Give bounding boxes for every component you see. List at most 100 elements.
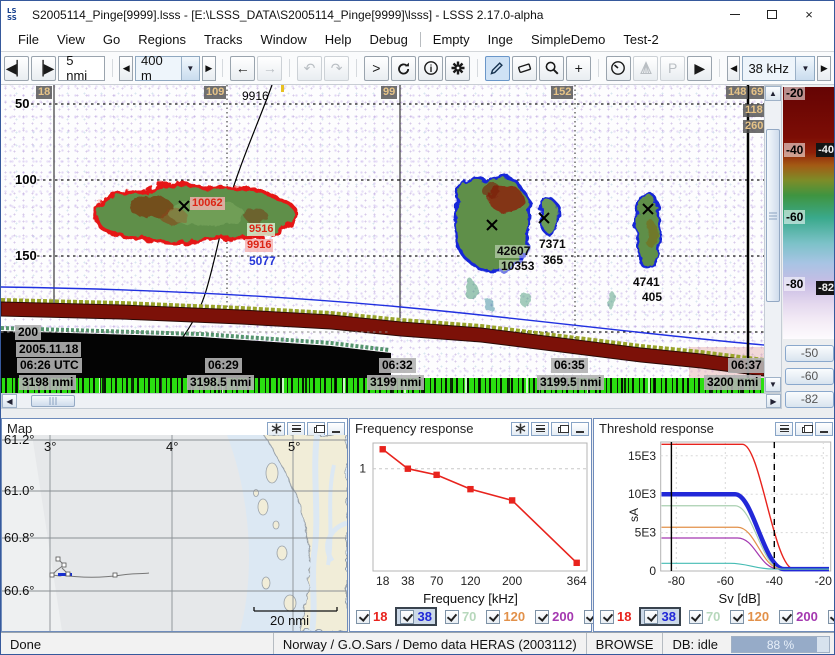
channel-checkbox[interactable] (356, 610, 370, 624)
panel-detach-button[interactable] (551, 422, 569, 436)
menu-item-regions[interactable]: Regions (129, 29, 195, 50)
menu-item-inge[interactable]: Inge (479, 29, 522, 50)
menu-item-help[interactable]: Help (316, 29, 361, 50)
channel-toggle-70[interactable]: 70 (443, 608, 478, 625)
depth-range-increase-button[interactable]: ▶ (202, 56, 216, 81)
play-button[interactable]: ▶ (687, 56, 712, 81)
draw-region-tool-button[interactable] (485, 56, 510, 81)
channel-checkbox[interactable] (730, 610, 744, 624)
info-button[interactable]: i (418, 56, 443, 81)
frequency-previous-button[interactable]: ◀ (727, 56, 741, 81)
menu-item-test-2[interactable]: Test-2 (614, 29, 667, 50)
panel-menu-button[interactable] (531, 422, 549, 436)
channel-checkbox[interactable] (486, 610, 500, 624)
add-tool-button[interactable]: + (566, 56, 591, 81)
menu-item-view[interactable]: View (48, 29, 94, 50)
panel-menu-button[interactable] (287, 422, 305, 436)
minimize-button[interactable] (720, 5, 750, 25)
channel-toggle-364[interactable]: 364 (826, 608, 835, 625)
distance-interval-field[interactable]: 5 nmi (58, 56, 105, 81)
depth-range-decrease-button[interactable]: ◀ (119, 56, 133, 81)
erase-tool-button[interactable] (512, 56, 537, 81)
channel-toggle-18[interactable]: 18 (354, 608, 389, 625)
step-forward-button[interactable]: ▕▶ (31, 56, 56, 81)
school-id-label[interactable]: 5077 (247, 255, 278, 268)
menu-item-file[interactable]: File (9, 29, 48, 50)
panel-minimize-button[interactable] (815, 422, 833, 436)
maximize-button[interactable] (757, 5, 787, 25)
menu-item-go[interactable]: Go (94, 29, 129, 50)
school-id-label[interactable]: 405 (640, 291, 664, 304)
p-mode-button[interactable]: P (660, 56, 685, 81)
gauge-tool-button[interactable] (606, 56, 631, 81)
school-id-label[interactable]: 7371 (537, 238, 568, 251)
panel-detach-button[interactable] (307, 422, 325, 436)
channel-toggle-200[interactable]: 200 (777, 608, 820, 625)
chevron-down-icon[interactable]: ▼ (181, 57, 199, 80)
chevron-down-icon[interactable]: ▼ (795, 57, 814, 80)
channel-toggle-120[interactable]: 120 (728, 608, 771, 625)
school-id-label[interactable]: 365 (541, 254, 565, 267)
settings-button[interactable] (445, 56, 470, 81)
navigate-back-button[interactable]: ← (230, 56, 255, 81)
channel-toggle-200[interactable]: 200 (533, 608, 576, 625)
channel-checkbox[interactable] (535, 610, 549, 624)
school-id-label[interactable]: 9916 (245, 239, 273, 252)
pencil-icon (489, 60, 505, 76)
echogram-horizontal-scrollbar[interactable]: ◀ ▶ (1, 393, 782, 409)
menu-item-debug[interactable]: Debug (360, 29, 416, 50)
channel-checkbox[interactable] (828, 610, 835, 624)
channel-checkbox[interactable] (445, 610, 459, 624)
threshold-value-button[interactable]: -82 (785, 391, 834, 408)
scroll-up-button[interactable]: ▲ (765, 86, 781, 101)
panel-minimize-button[interactable] (571, 422, 589, 436)
undo-button[interactable]: ↶ (297, 56, 322, 81)
channel-checkbox[interactable] (600, 610, 614, 624)
panel-detach-button[interactable] (795, 422, 813, 436)
school-id-label[interactable]: 42607 (495, 245, 532, 258)
scroll-down-button[interactable]: ▼ (765, 377, 781, 392)
echogram-vertical-scrollbar[interactable]: ▲ ▼ (764, 85, 782, 393)
depth-range-combo[interactable]: 400 m▼ (135, 56, 200, 81)
panel-settings-button[interactable] (511, 422, 529, 436)
school-id-label[interactable]: 4741 (631, 276, 662, 289)
refresh-button[interactable] (391, 56, 416, 81)
menu-item-empty[interactable]: Empty (424, 29, 479, 50)
advance-button[interactable]: > (364, 56, 389, 81)
panel-minimize-button[interactable] (327, 422, 345, 436)
map-view[interactable]: 61.2°61.0°60.8°60.6°3°4°5° 20 nmi (2, 435, 347, 631)
threshold-value-button[interactable]: -60 (785, 368, 834, 385)
menu-item-window[interactable]: Window (251, 29, 315, 50)
channel-toggle-120[interactable]: 120 (484, 608, 527, 625)
channel-toggle-38[interactable]: 38 (639, 607, 680, 626)
scroll-left-button[interactable]: ◀ (2, 394, 17, 408)
scroll-right-button[interactable]: ▶ (766, 394, 781, 408)
school-id-label[interactable]: 9516 (247, 223, 275, 236)
zoom-tool-button[interactable] (539, 56, 564, 81)
beam-fan-button[interactable] (633, 56, 658, 81)
echogram-view[interactable]: 2005.11.18 9916 501001502001810999152148… (1, 85, 764, 393)
channel-toggle-38[interactable]: 38 (395, 607, 436, 626)
vertical-scroll-thumb[interactable] (766, 129, 780, 302)
school-id-label[interactable]: 10062 (190, 197, 225, 210)
horizontal-scroll-thumb[interactable] (31, 395, 75, 407)
channel-checkbox[interactable] (644, 610, 658, 624)
channel-label: 70 (706, 609, 720, 624)
school-id-label[interactable]: 10353 (499, 260, 536, 273)
channel-toggle-70[interactable]: 70 (687, 608, 722, 625)
panel-settings-button[interactable] (267, 422, 285, 436)
close-button[interactable]: × (794, 5, 824, 25)
navigate-forward-button[interactable]: → (257, 56, 282, 81)
redo-button[interactable]: ↷ (324, 56, 349, 81)
panel-menu-button[interactable] (775, 422, 793, 436)
frequency-combo[interactable]: 38 kHz▼ (742, 56, 815, 81)
channel-checkbox[interactable] (779, 610, 793, 624)
frequency-next-button[interactable]: ▶ (817, 56, 831, 81)
channel-checkbox[interactable] (400, 610, 414, 624)
menu-item-tracks[interactable]: Tracks (195, 29, 252, 50)
threshold-value-button[interactable]: -50 (785, 345, 834, 362)
menu-item-simpledemo[interactable]: SimpleDemo (522, 29, 614, 50)
step-backward-button[interactable]: ◀▏ (4, 56, 29, 81)
channel-toggle-18[interactable]: 18 (598, 608, 633, 625)
channel-checkbox[interactable] (689, 610, 703, 624)
